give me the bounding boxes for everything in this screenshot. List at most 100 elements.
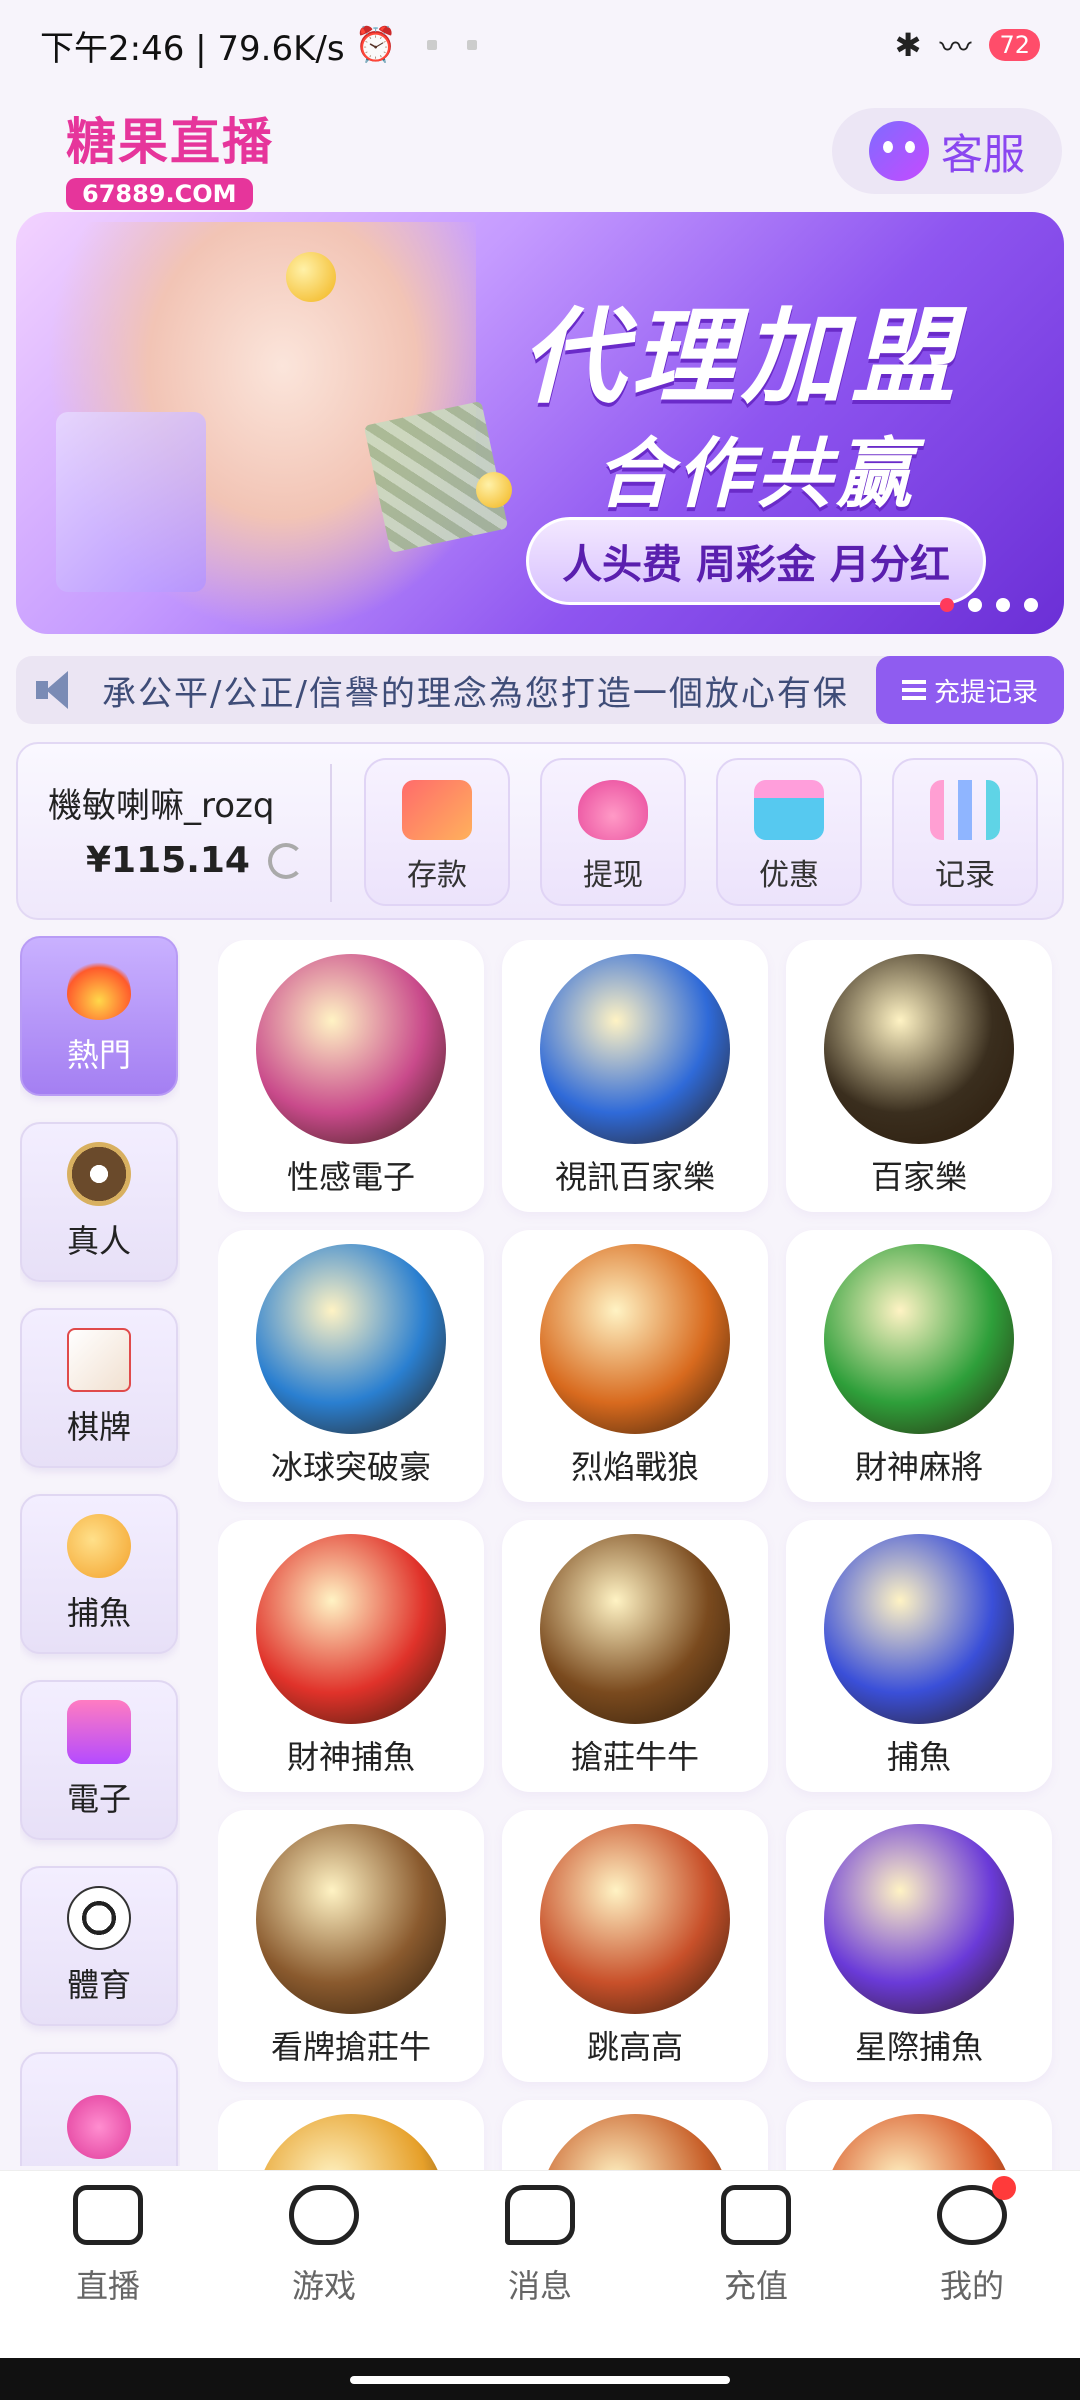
game-card[interactable]: 冰球突破豪 [218, 1230, 484, 1502]
game-thumbnail [540, 1824, 730, 2014]
game-name: 百家樂 [870, 1158, 967, 1196]
game-card[interactable]: 捕魚 [786, 1520, 1052, 1792]
logo-domain: 67889.COM [66, 178, 253, 210]
game-card[interactable]: 烈焰戰狼 [502, 1230, 768, 1502]
money-bag-icon [578, 780, 648, 840]
wallet-icon [721, 2184, 791, 2245]
bar-chart-icon [930, 780, 1000, 840]
category-hot[interactable]: 熱門 [20, 936, 178, 1096]
list-icon [901, 680, 926, 700]
carousel-dot[interactable] [1024, 598, 1038, 612]
header: 糖果直播 67889.COM 客服 [0, 90, 1080, 210]
game-name: 財神麻將 [854, 1448, 983, 1486]
game-card[interactable]: 搶莊牛牛 [502, 1520, 768, 1792]
category-label: 捕魚 [66, 1594, 131, 1632]
records-label: 充提记录 [933, 677, 1038, 708]
status-time: 下午2:46 | 79.6K/s [40, 28, 345, 69]
deposit-withdraw-records-button[interactable]: 充提记录 [876, 656, 1064, 724]
game-thumbnail [824, 1244, 1014, 1434]
game-card[interactable]: 跳高高 [502, 1810, 768, 2082]
category-cards[interactable]: 棋牌 [20, 1308, 178, 1468]
status-bar: 下午2:46 | 79.6K/s ⏰ ✱ 〰 72 [0, 0, 1080, 90]
game-card[interactable]: 看牌搶莊牛 [218, 1810, 484, 2082]
game-thumbnail [540, 1534, 730, 1724]
game-thumbnail [824, 954, 1014, 1144]
announcement-bar: 承公平/公正/信譽的理念為您打造一個放心有保 充提记录 [16, 656, 1064, 724]
carousel-dot[interactable] [940, 598, 954, 612]
fire-icon [67, 956, 131, 1020]
category-lottery[interactable] [20, 2052, 178, 2166]
game-thumbnail [824, 1824, 1014, 2014]
nav-label: 我的 [939, 2266, 1004, 2305]
action-label: 记录 [935, 858, 995, 893]
game-card[interactable]: 財神捕魚 [218, 1520, 484, 1792]
balance-amount: ¥115.14 [86, 840, 250, 881]
home-indicator[interactable] [350, 2376, 730, 2384]
game-name: 搶莊牛牛 [570, 1738, 699, 1776]
nav-live[interactable]: 直播 [18, 2184, 198, 2307]
gift-icon [754, 780, 824, 840]
nav-label: 直播 [75, 2266, 140, 2305]
category-live[interactable]: 真人 [20, 1122, 178, 1282]
category-fishing[interactable]: 捕魚 [20, 1494, 178, 1654]
game-thumbnail [256, 954, 446, 1144]
nav-label: 游戏 [291, 2266, 356, 2305]
fish-icon [67, 1514, 131, 1578]
withdraw-button[interactable]: 提现 [540, 758, 686, 906]
game-thumbnail [540, 2114, 730, 2170]
promo-banner[interactable]: 代理加盟 合作共赢 人头费 周彩金 月分红 [16, 212, 1064, 634]
battery-indicator: 72 [989, 29, 1040, 61]
status-right: ✱ 〰 72 [895, 22, 1040, 68]
category-label: 體育 [66, 1966, 131, 2004]
game-card[interactable] [218, 2100, 484, 2170]
game-name: 財神捕魚 [286, 1738, 415, 1776]
deposit-button[interactable]: 存款 [364, 758, 510, 906]
signal-wave-icon: 〰 [939, 28, 972, 66]
carousel-dot[interactable] [968, 598, 982, 612]
divider [330, 764, 332, 902]
carousel-indicator[interactable] [940, 598, 1038, 612]
game-thumbnail [256, 2114, 446, 2170]
lottery-ball-icon [67, 2095, 131, 2159]
status-left: 下午2:46 | 79.6K/s ⏰ [40, 21, 477, 70]
game-card[interactable] [786, 2100, 1052, 2170]
nav-recharge[interactable]: 充值 [666, 2184, 846, 2307]
game-card[interactable]: 性感電子 [218, 940, 484, 1212]
profile-icon [937, 2175, 1016, 2245]
poker-chip-icon [67, 1142, 131, 1206]
game-thumbnail [256, 1244, 446, 1434]
app-logo: 糖果直播 67889.COM [66, 102, 281, 210]
customer-service-button[interactable]: 客服 [832, 108, 1062, 194]
promotions-button[interactable]: 优惠 [716, 758, 862, 906]
action-label: 优惠 [759, 858, 819, 893]
action-label: 提现 [583, 858, 643, 893]
slot-machine-icon [67, 1700, 131, 1764]
customer-service-label: 客服 [940, 129, 1025, 179]
nav-profile[interactable]: 我的 [882, 2175, 1062, 2307]
game-grid: 性感電子 視訊百家樂 百家樂冰球突破豪 烈焰戰狼 財神麻將財神捕魚 搶莊牛牛 捕魚看牌搶莊牛… [218, 940, 1064, 2170]
game-thumbnail [824, 2114, 1014, 2170]
category-sidebar: 熱門 真人 棋牌 捕魚 電子 體育 [20, 936, 180, 2166]
gamepad-icon [289, 2184, 359, 2245]
category-label: 棋牌 [66, 1408, 131, 1446]
category-slots[interactable]: 電子 [20, 1680, 178, 1840]
soccer-ball-icon [67, 1886, 131, 1950]
nav-messages[interactable]: 消息 [450, 2184, 630, 2307]
game-name: 跳高高 [586, 2028, 683, 2066]
game-card[interactable] [502, 2100, 768, 2170]
game-card[interactable]: 百家樂 [786, 940, 1052, 1212]
bluetooth-icon: ✱ [894, 26, 922, 64]
game-card[interactable]: 星際捕魚 [786, 1810, 1052, 2082]
category-sports[interactable]: 體育 [20, 1866, 178, 2026]
refresh-icon[interactable] [267, 842, 304, 879]
carousel-dot[interactable] [996, 598, 1010, 612]
nav-games[interactable]: 游戏 [234, 2184, 414, 2307]
game-name: 看牌搶莊牛 [270, 2028, 431, 2066]
game-card[interactable]: 財神麻將 [786, 1230, 1052, 1502]
announcement-text: 承公平/公正/信譽的理念為您打造一個放心有保 [102, 673, 849, 714]
banner-gift-image [56, 412, 206, 592]
wallet-actions: 存款 提现 优惠 记录 [364, 758, 1038, 906]
category-label: 電子 [66, 1780, 131, 1818]
game-card[interactable]: 視訊百家樂 [502, 940, 768, 1212]
records-button[interactable]: 记录 [892, 758, 1038, 906]
